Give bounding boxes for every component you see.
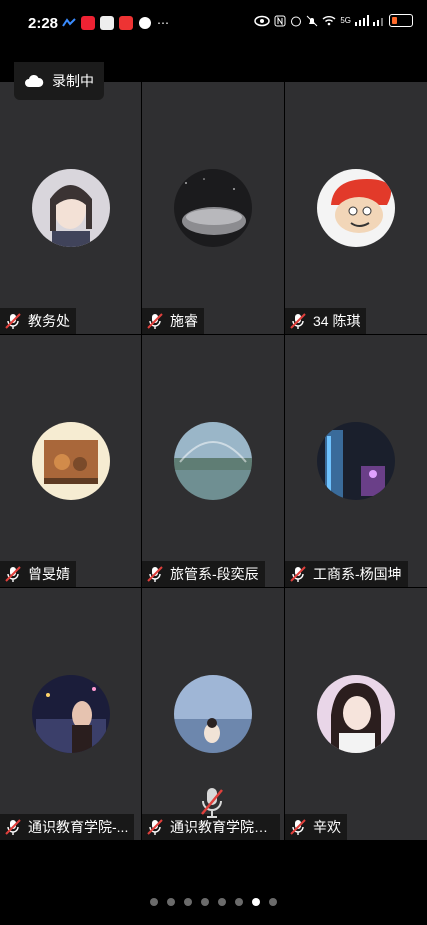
- mic-muted-icon: [5, 313, 21, 329]
- name-tag: 曾旻婧: [0, 561, 76, 587]
- avatar: [31, 169, 110, 247]
- recording-label: 录制中: [52, 73, 94, 89]
- cloud-icon: [25, 74, 44, 87]
- status-bar: 2:28 ⋯ 5G: [0, 0, 427, 46]
- alarm-icon: [291, 16, 302, 26]
- participant-tile[interactable]: 工商系-杨国坤: [285, 335, 427, 587]
- page-dot[interactable]: [235, 898, 243, 906]
- name-tag: 辛欢: [285, 814, 347, 840]
- more-notifications-icon: ⋯: [157, 16, 169, 30]
- battery-icon: [389, 14, 413, 27]
- page-dot[interactable]: [184, 898, 192, 906]
- avatar: [174, 422, 252, 500]
- participant-tile[interactable]: 施睿: [142, 82, 284, 334]
- participant-name: 施睿: [170, 313, 198, 329]
- mic-muted-icon: [147, 313, 163, 329]
- page-indicator[interactable]: [0, 898, 427, 906]
- avatar: [317, 675, 395, 753]
- network-type-label: 5G: [340, 16, 351, 25]
- participant-tile[interactable]: 辛欢: [285, 588, 427, 840]
- participant-name: 通识教育学院-...: [28, 819, 129, 835]
- avatar: [31, 675, 110, 753]
- participant-name: 通识教育学院向...: [170, 819, 274, 835]
- chat-bubble-icon: [139, 17, 151, 29]
- participant-tile[interactable]: 34 陈琪: [285, 82, 427, 334]
- participant-name: 旅管系-段奕辰: [170, 566, 259, 582]
- mute-bell-icon: [306, 15, 318, 26]
- page-dot[interactable]: [218, 898, 226, 906]
- signal-icon: [355, 15, 369, 26]
- name-tag: 34 陈琪: [285, 308, 367, 334]
- participant-tile[interactable]: 曾旻婧: [0, 335, 141, 587]
- avatar: [174, 675, 252, 753]
- participant-name: 34 陈琪: [313, 313, 361, 329]
- page-dot[interactable]: [269, 898, 277, 906]
- recording-indicator[interactable]: 录制中: [14, 62, 104, 100]
- page-dot[interactable]: [167, 898, 175, 906]
- mic-muted-icon: [290, 566, 306, 582]
- mic-muted-icon: [290, 819, 306, 835]
- app-notification-icon: [62, 18, 76, 27]
- participant-name: 工商系-杨国坤: [313, 566, 402, 582]
- system-icons: 5G: [254, 14, 413, 27]
- notification-icons: ⋯: [62, 16, 169, 30]
- participant-grid: 教务处 施睿 34 陈琪 曾旻婧 旅管系-段奕辰 工商系-杨国坤 通识教育学院-…: [0, 82, 427, 842]
- mic-muted-icon: [147, 819, 163, 835]
- mic-muted-icon: [5, 819, 21, 835]
- participant-tile[interactable]: 教务处: [0, 82, 141, 334]
- page-dot[interactable]: [201, 898, 209, 906]
- participant-tile[interactable]: 旅管系-段奕辰: [142, 335, 284, 587]
- name-tag: 教务处: [0, 308, 76, 334]
- name-tag: 工商系-杨国坤: [285, 561, 408, 587]
- avatar: [317, 169, 395, 247]
- news-app-icon: [81, 16, 95, 30]
- wifi-icon: [322, 16, 336, 26]
- status-time: 2:28: [28, 15, 59, 32]
- red-app-icon: [119, 16, 133, 30]
- mic-muted-icon: [5, 566, 21, 582]
- news-app-icon-2: [100, 16, 114, 30]
- avatar: [174, 169, 252, 247]
- mic-muted-icon: [147, 566, 163, 582]
- participant-name: 教务处: [28, 313, 70, 329]
- name-tag: 旅管系-段奕辰: [142, 561, 265, 587]
- name-tag: 通识教育学院-...: [0, 814, 135, 840]
- mic-muted-icon: [290, 313, 306, 329]
- page-dot[interactable]: [150, 898, 158, 906]
- participant-name: 辛欢: [313, 819, 341, 835]
- name-tag: 施睿: [142, 308, 204, 334]
- microphone-toggle-icon[interactable]: [199, 786, 225, 820]
- signal-icon-2: [373, 18, 383, 26]
- participant-tile[interactable]: 通识教育学院-...: [0, 588, 141, 840]
- page-dot[interactable]: [252, 898, 260, 906]
- avatar: [31, 422, 110, 500]
- nfc-icon: [274, 15, 286, 26]
- participant-name: 曾旻婧: [28, 566, 70, 582]
- avatar: [317, 422, 395, 500]
- eye-icon: [254, 15, 271, 26]
